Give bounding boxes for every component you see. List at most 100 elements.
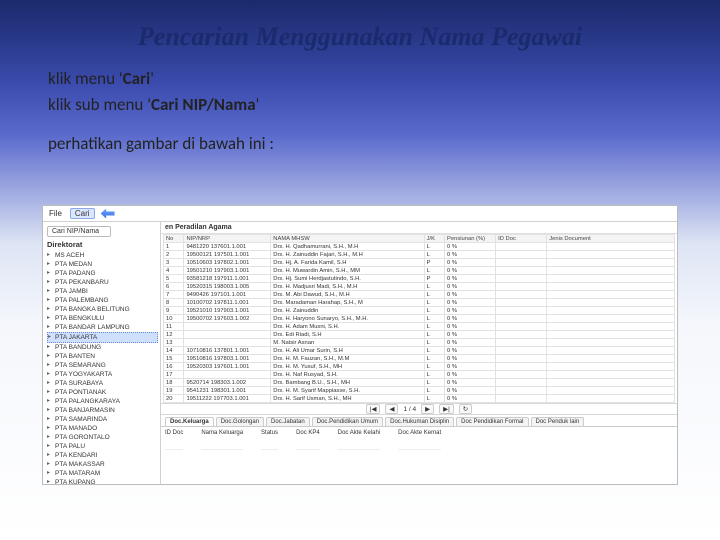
tree-item[interactable]: PTA KENDARI	[47, 451, 158, 460]
tree-item[interactable]: PTA MANADO	[47, 424, 158, 433]
detail-column: Doc Akte Kemat	[398, 429, 441, 450]
table-row[interactable]: 593581218 197911.1.001Drs. Hj. Sumi Herd…	[164, 275, 675, 283]
cell: 9490426 197101.1.001	[184, 291, 271, 299]
pager-last[interactable]: ▶|	[439, 404, 454, 414]
table-row[interactable]: 919521010 197903.1.001Drs. H. ZainuddinL…	[164, 307, 675, 315]
table-row[interactable]: 1519510816 197803.1.001Drs. H. M. Fauzan…	[164, 355, 675, 363]
table-row[interactable]: 199541231 198301.1.001Drs. H. M. Syarif …	[164, 387, 675, 395]
table-row[interactable]: 310510603 197802.1.001Drs. Hj. A. Farida…	[164, 259, 675, 267]
cell	[184, 323, 271, 331]
cell: 18	[164, 379, 184, 387]
tree-item[interactable]: PTA BANJARMASIN	[47, 406, 158, 415]
tree-item[interactable]: MS ACEH	[47, 251, 158, 260]
table-row[interactable]: 189520714 198303.1.002Drs. Bambang B.U.,…	[164, 379, 675, 387]
tree-item[interactable]: PTA SURABAYA	[47, 379, 158, 388]
table-row[interactable]: 2019511222 197703.1.001Drs. H. Sarif Usm…	[164, 395, 675, 403]
tree-item[interactable]: PTA PEKANBARU	[47, 278, 158, 287]
tree-item[interactable]: PTA KUPANG	[47, 478, 158, 484]
cell: M. Natsir Asnan	[271, 339, 424, 347]
column-header[interactable]: No	[164, 235, 184, 243]
tab[interactable]: Doc.Golongan	[216, 417, 264, 426]
cell: 93581218 197911.1.001	[184, 275, 271, 283]
cell	[496, 371, 547, 379]
table-row[interactable]: 1410710816 137801.1.001Drs. H. Ali Umar …	[164, 347, 675, 355]
cell: 15	[164, 355, 184, 363]
table-row[interactable]: 810100702 197811.1.001Drs. Maradaman Har…	[164, 299, 675, 307]
tree-item[interactable]: PTA GORONTALO	[47, 433, 158, 442]
tab[interactable]: Doc Penduk lain	[531, 417, 585, 426]
tree-item[interactable]: PTA JAMBI	[47, 287, 158, 296]
tab[interactable]: Doc.Pendidikan Umum	[312, 417, 383, 426]
app-screenshot: File Cari Cari NIP/Nama Direktorat MS AC…	[42, 205, 678, 485]
tree-item[interactable]: PTA MAKASSAR	[47, 460, 158, 469]
table-row[interactable]: 12Drs. Edi Riadi, S.HL0 %	[164, 331, 675, 339]
tree-item[interactable]: PTA PADANG	[47, 269, 158, 278]
tree-item[interactable]: PTA PALANGKARAYA	[47, 397, 158, 406]
cell	[547, 371, 675, 379]
cell: Drs. H. Madjusri Madi, S.H., M.H	[271, 283, 424, 291]
table-row[interactable]: 219500121 197501.1.001Drs. H. Zainuddin …	[164, 251, 675, 259]
tab[interactable]: Doc.Jabatan	[266, 417, 310, 426]
tab[interactable]: Doc.Keluarga	[165, 417, 214, 426]
cell: 19520315 198003.1.005	[184, 283, 271, 291]
cell: 11	[164, 323, 184, 331]
menu-file[interactable]: File	[49, 209, 62, 218]
tab[interactable]: Doc Pendidikan Formal	[456, 417, 528, 426]
cell	[547, 275, 675, 283]
table-row[interactable]: 79490426 197101.1.001Drs. M. Abi Dawud, …	[164, 291, 675, 299]
tree-item[interactable]: PTA BANGKA BELITUNG	[47, 305, 158, 314]
pager-next[interactable]: ▶	[421, 404, 434, 414]
column-header[interactable]: NIP/NRP	[184, 235, 271, 243]
column-header[interactable]: Pensiunan (%)	[445, 235, 496, 243]
cell	[547, 299, 675, 307]
tree-item[interactable]: PTA SEMARANG	[47, 361, 158, 370]
tree-item[interactable]: PTA BENGKULU	[47, 314, 158, 323]
pager-refresh[interactable]: ↻	[459, 404, 472, 414]
column-header[interactable]: Jenis Document	[547, 235, 675, 243]
cell	[547, 243, 675, 251]
table-row[interactable]: 13M. Natsir AsnanL0 %	[164, 339, 675, 347]
submenu-cari-nip-nama[interactable]: Cari NIP/Nama	[47, 226, 111, 237]
tree-item[interactable]: PTA SAMARINDA	[47, 415, 158, 424]
column-header[interactable]: ID Doc	[496, 235, 547, 243]
tree-item[interactable]: PTA JAKARTA	[47, 332, 158, 343]
table-row[interactable]: 619520315 198003.1.005Drs. H. Madjusri M…	[164, 283, 675, 291]
tree-item[interactable]: PTA BANDAR LAMPUNG	[47, 323, 158, 332]
cell: 9541231 198301.1.001	[184, 387, 271, 395]
org-tree[interactable]: MS ACEHPTA MEDANPTA PADANGPTA PEKANBARUP…	[47, 251, 158, 484]
pager-first[interactable]: |◀	[366, 404, 381, 414]
cell: Drs. H. Qadhamurrani, S.H., M.H	[271, 243, 424, 251]
table-row[interactable]: 419501210 197903.1.001Drs. H. Muwardin A…	[164, 267, 675, 275]
cell	[496, 363, 547, 371]
cell: 6	[164, 283, 184, 291]
tree-item[interactable]: PTA BANTEN	[47, 352, 158, 361]
table-row[interactable]: 17Drs. H. Naf Rusyad, S.H.L0 %	[164, 371, 675, 379]
tree-item[interactable]: PTA PALEMBANG	[47, 296, 158, 305]
column-header[interactable]: J/K	[424, 235, 444, 243]
table-row[interactable]: 1619520303 197601.1.001Drs. H. M. Yusuf,…	[164, 363, 675, 371]
tab[interactable]: Doc.Hukuman Disiplin	[385, 417, 454, 426]
tree-item[interactable]: PTA PONTIANAK	[47, 388, 158, 397]
table-row[interactable]: 11Drs. H. Adam Musni, S.H.L0 %	[164, 323, 675, 331]
column-header[interactable]: NAMA MHSW	[271, 235, 424, 243]
cell: 0 %	[445, 347, 496, 355]
content-pane: en Peradilan Agama NoNIP/NRPNAMA MHSWJ/K…	[161, 222, 677, 484]
tree-item[interactable]: PTA BANDUNG	[47, 343, 158, 352]
table-row[interactable]: 19481220 137601.1.001Drs. H. Qadhamurran…	[164, 243, 675, 251]
tree-item[interactable]: PTA MEDAN	[47, 260, 158, 269]
cell: 0 %	[445, 387, 496, 395]
cell: L	[424, 387, 444, 395]
cell	[547, 395, 675, 403]
tree-item[interactable]: PTA YOGYAKARTA	[47, 370, 158, 379]
data-grid[interactable]: NoNIP/NRPNAMA MHSWJ/KPensiunan (%)ID Doc…	[161, 234, 677, 403]
table-row[interactable]: 1019500702 197603.1.002Drs. H. Haryono S…	[164, 315, 675, 323]
menu-cari[interactable]: Cari	[70, 208, 95, 219]
tree-item[interactable]: PTA MATARAM	[47, 469, 158, 478]
cell: Drs. Hj. Sumi Herdjastutindo, S.H.	[271, 275, 424, 283]
cell: 19520303 197601.1.001	[184, 363, 271, 371]
cell	[547, 251, 675, 259]
cell	[547, 347, 675, 355]
tree-item[interactable]: PTA PALU	[47, 442, 158, 451]
pager-prev[interactable]: ◀	[385, 404, 398, 414]
cell: Drs. H. Zainuddin	[271, 307, 424, 315]
